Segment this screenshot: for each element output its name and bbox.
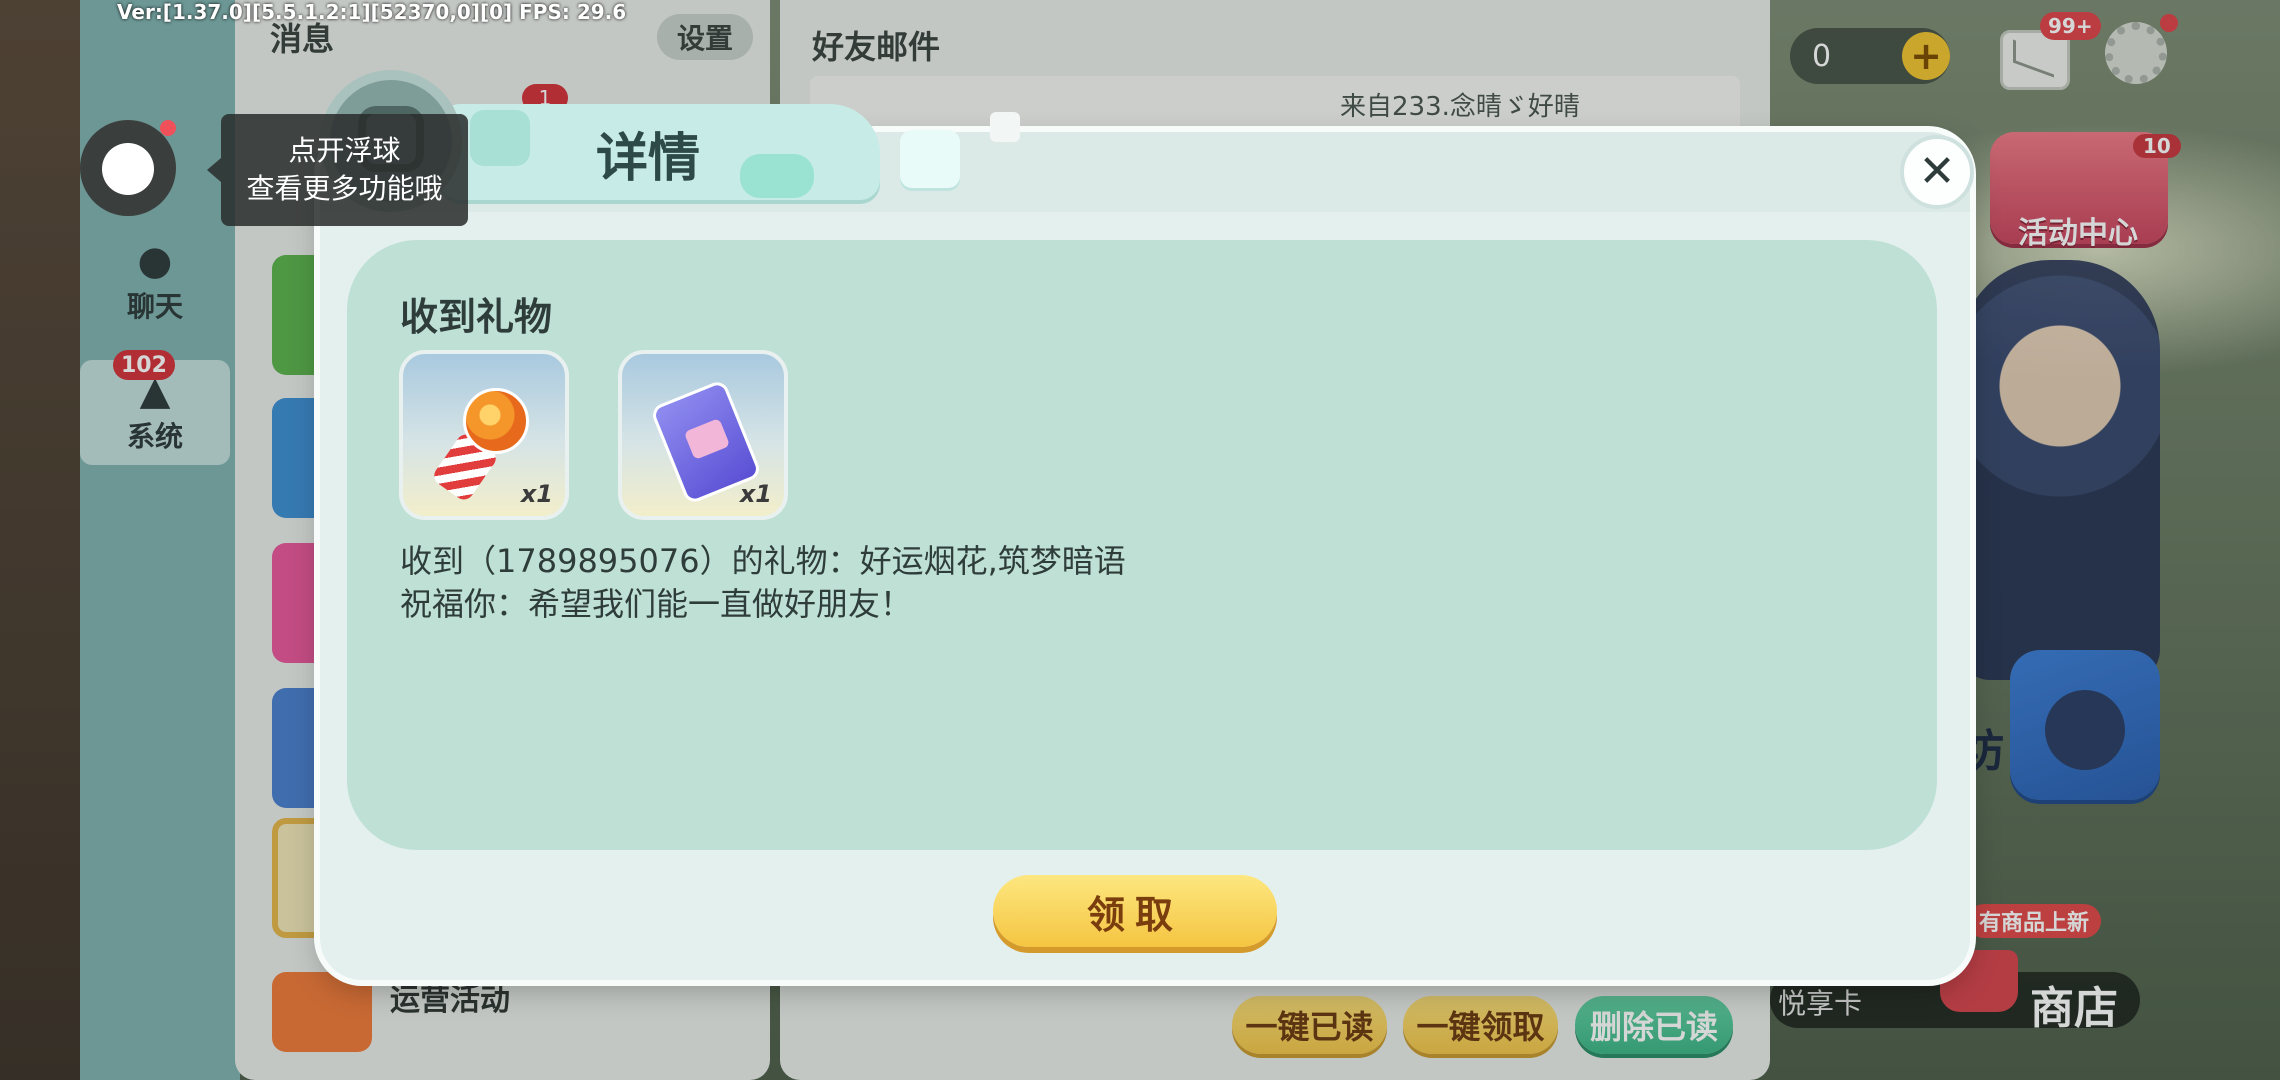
version-fps-text: Ver:[1.37.0][5.5.1.2:1][52370,0][0] FPS:… — [117, 0, 627, 24]
received-gifts-title: 收到礼物 — [400, 295, 553, 339]
tooltip-line: 查看更多功能哦 — [246, 172, 443, 205]
modal-title: 详情 — [596, 129, 701, 189]
close-button[interactable]: ✕ — [1900, 135, 1974, 209]
floating-ball-center[interactable] — [102, 143, 154, 195]
gift-quantity: x1 — [520, 480, 553, 508]
gift-quantity: x1 — [739, 480, 772, 508]
gift-item-card-pack[interactable]: x1 — [618, 350, 788, 520]
gift-item-firework[interactable]: x1 — [399, 350, 569, 520]
floating-ball-tooltip: 点开浮球 查看更多功能哦 — [207, 114, 468, 226]
title-decoration — [470, 110, 530, 166]
claim-button[interactable]: 领取 — [993, 875, 1277, 947]
blessing-line: 祝福你：希望我们能一直做好朋友！ — [400, 585, 913, 624]
tooltip-line: 点开浮球 — [288, 134, 401, 168]
floating-ball-notification-dot — [160, 120, 176, 136]
title-decoration — [900, 130, 960, 188]
gift-description-line: 收到（1789895076）的礼物：好运烟花,筑梦暗语 — [400, 542, 1126, 580]
firework-icon — [463, 388, 529, 454]
title-decoration — [740, 154, 814, 198]
gift-description: 收到（1789895076）的礼物：好运烟花,筑梦暗语 祝福你：希望我们能一直做… — [400, 540, 1126, 626]
title-decoration — [990, 112, 1020, 142]
